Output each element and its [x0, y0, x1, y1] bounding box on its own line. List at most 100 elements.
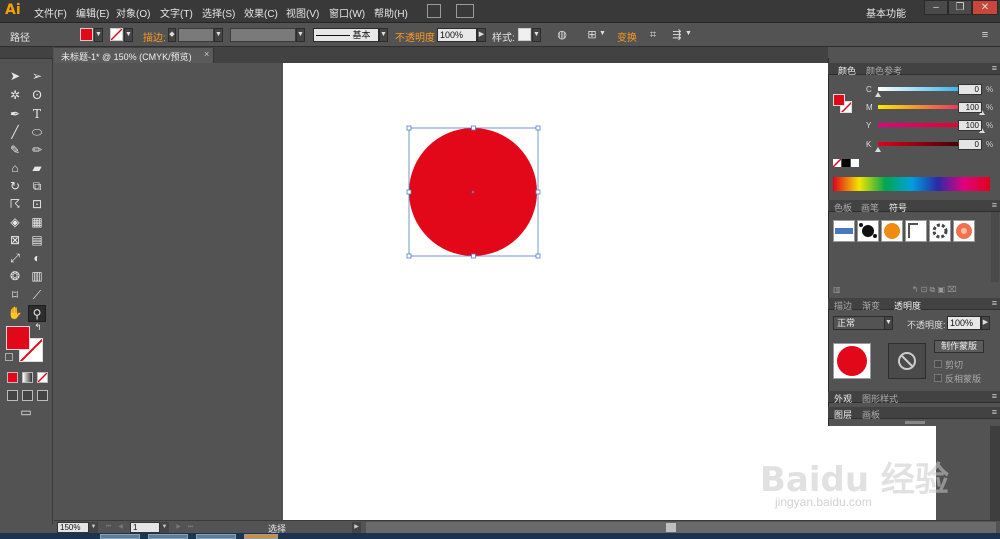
brush-definition-field[interactable]: 基本 [313, 28, 379, 42]
recolor-artwork-icon[interactable]: ◍ [555, 28, 569, 42]
rotate-tool-icon[interactable]: ↻ [6, 178, 24, 195]
isolate-selection-icon[interactable]: ⌗ [646, 28, 660, 42]
menu-edit[interactable]: 编辑(E) [76, 5, 109, 20]
taskbar-button[interactable] [196, 534, 236, 539]
slider-value-y[interactable]: 100 [958, 120, 982, 131]
line-tool-icon[interactable]: ╱ [6, 124, 24, 141]
tab-color[interactable]: 颜色 [838, 64, 856, 77]
shape-builder-tool-icon[interactable]: ◈ [6, 214, 24, 231]
warp-tool-icon[interactable]: ☈ [6, 196, 24, 213]
color-panel-menu-icon[interactable]: ≡ [992, 63, 997, 73]
hand-tool-icon[interactable]: ✋ [6, 305, 24, 322]
slider-value-c[interactable]: 0 [958, 84, 982, 95]
selection-handle[interactable] [406, 125, 412, 131]
menu-type[interactable]: 文字(T) [160, 5, 193, 20]
taskbar-button[interactable] [148, 534, 188, 539]
stroke-dropdown-arrow[interactable]: ▼ [124, 28, 133, 42]
close-window-button[interactable]: ✕ [972, 0, 998, 15]
control-bar-menu-icon[interactable]: ≡ [978, 28, 992, 42]
minimize-button[interactable]: – [924, 0, 948, 15]
stroke-weight-field[interactable] [178, 28, 214, 42]
tools-panel-grip[interactable] [0, 47, 53, 59]
opacity-label[interactable]: 不透明度 [395, 29, 435, 44]
slice-tool-icon[interactable]: ⟋ [28, 287, 46, 304]
blob-brush-tool-icon[interactable]: ⌂ [6, 160, 24, 177]
tab-swatches[interactable]: 色板 [834, 201, 852, 214]
last-artboard-icon[interactable]: ⏭ [186, 522, 195, 533]
arrange-documents-icon[interactable] [456, 4, 474, 18]
magic-wand-tool-icon[interactable]: ✲ [6, 87, 24, 104]
taskbar-button[interactable] [100, 534, 140, 539]
symbols-panel-menu-icon[interactable]: ≡ [992, 200, 997, 210]
paintbrush-tool-icon[interactable]: ✎ [6, 142, 24, 159]
fill-color-swatch[interactable] [80, 28, 93, 41]
pen-tool-icon[interactable]: ✒ [6, 106, 24, 123]
draw-normal-icon[interactable] [7, 390, 18, 401]
artboard-number-field[interactable]: 1 [130, 522, 160, 533]
ellipse-tool-icon[interactable]: ⬭ [28, 124, 46, 141]
tab-appearance[interactable]: 外观 [834, 392, 852, 405]
fill-dropdown-arrow[interactable]: ▼ [94, 28, 103, 42]
blend-mode-arrow[interactable]: ▼ [884, 316, 893, 330]
type-tool-icon[interactable]: T [28, 106, 46, 123]
zoom-tool-icon[interactable]: ⚲ [28, 305, 46, 322]
pencil-tool-icon[interactable]: ✏ [28, 142, 46, 159]
panel-options-icon[interactable]: ⇶ [670, 28, 684, 42]
transparency-opacity-dropdown[interactable]: ▶ [981, 316, 990, 330]
horizontal-scrollbar[interactable] [366, 522, 996, 533]
document-tab[interactable]: 未标题-1* @ 150% (CMYK/预览) × [54, 48, 214, 63]
menu-window[interactable]: 窗口(W) [329, 5, 365, 20]
menu-file[interactable]: 文件(F) [34, 5, 67, 20]
graphic-style-swatch[interactable] [518, 28, 531, 41]
color-spectrum-bar[interactable] [833, 177, 990, 191]
color-mode-icon[interactable] [7, 372, 18, 383]
width-profile-dropdown[interactable]: ▼ [296, 28, 305, 42]
restore-button[interactable]: ❐ [948, 0, 972, 15]
selection-handle[interactable] [535, 189, 541, 195]
stroke-weight-dropdown[interactable]: ▼ [214, 28, 223, 42]
selection-tool-icon[interactable]: ➤ [6, 68, 24, 85]
gradient-tool-icon[interactable]: ▤ [28, 232, 46, 249]
artboard-tool-icon[interactable]: ⌑ [6, 287, 24, 304]
opacity-field[interactable]: 100% [437, 28, 477, 42]
lasso-tool-icon[interactable]: ʘ [28, 87, 46, 104]
symbol-sprayer-tool-icon[interactable]: ❂ [6, 268, 24, 285]
tab-transparency[interactable]: 透明度 [894, 299, 921, 312]
first-artboard-icon[interactable]: ⏮ [104, 522, 113, 533]
transparency-opacity-field[interactable]: 100% [947, 316, 981, 330]
next-artboard-icon[interactable]: ▶ [174, 522, 183, 533]
direct-selection-tool-icon[interactable]: ➢ [28, 68, 46, 85]
menu-select[interactable]: 选择(S) [202, 5, 235, 20]
make-mask-button[interactable]: 制作蒙版 [934, 340, 984, 353]
symbol-blue-bar[interactable] [833, 220, 855, 242]
menu-object[interactable]: 对象(O) [116, 5, 150, 20]
draw-behind-icon[interactable] [22, 390, 33, 401]
menu-effect[interactable]: 效果(C) [244, 5, 278, 20]
eyedropper-tool-icon[interactable]: ⤢ [6, 250, 24, 267]
symbol-wreath[interactable] [929, 220, 951, 242]
layers-panel-menu-icon[interactable]: ≡ [992, 407, 997, 417]
default-colors-icon[interactable] [5, 353, 13, 361]
slider-value-k[interactable]: 0 [958, 139, 982, 150]
selection-handle[interactable] [535, 253, 541, 259]
vertical-scrollbar[interactable] [990, 426, 1000, 520]
menu-help[interactable]: 帮助(H) [374, 5, 408, 20]
zoom-dropdown[interactable]: ▼ [89, 522, 98, 533]
clip-checkbox[interactable] [934, 360, 942, 368]
panel-options-dropdown[interactable]: ▼ [684, 28, 693, 42]
tab-artboards[interactable]: 画板 [862, 408, 880, 421]
transparency-panel-menu-icon[interactable]: ≡ [992, 298, 997, 308]
selection-handle[interactable] [471, 125, 476, 131]
opacity-dropdown[interactable]: ▶ [477, 28, 486, 42]
slider-value-m[interactable]: 100 [958, 102, 982, 113]
none-color-icon[interactable] [833, 159, 841, 167]
bridge-icon[interactable] [427, 4, 441, 18]
graphic-style-dropdown[interactable]: ▼ [532, 28, 541, 42]
symbols-scrollbar[interactable] [991, 212, 999, 282]
symbol-ink-splat[interactable] [857, 220, 879, 242]
slider-knob-c[interactable] [875, 92, 881, 97]
mesh-tool-icon[interactable]: ⊠ [6, 232, 24, 249]
none-mode-icon[interactable] [37, 372, 48, 383]
status-menu-arrow[interactable]: ▶ [352, 522, 361, 533]
horizontal-scroll-thumb[interactable] [666, 523, 676, 532]
